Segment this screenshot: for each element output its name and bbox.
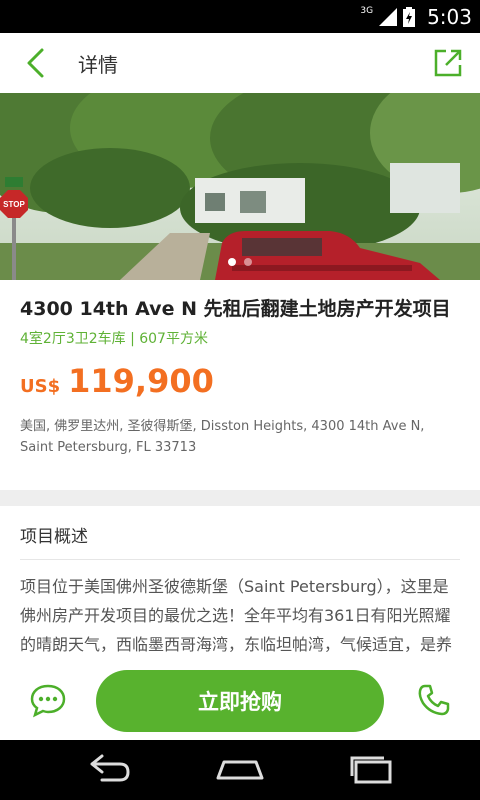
listing-title: 4300 14th Ave N 先租后翻建土地房产开发项目	[20, 298, 451, 320]
action-bar: 立即抢购	[0, 662, 480, 740]
overview-heading: 项目概述	[20, 520, 460, 560]
carousel-indicator	[0, 258, 480, 266]
share-button[interactable]	[432, 47, 464, 79]
nav-recents-icon	[350, 756, 392, 784]
chat-icon	[30, 684, 66, 718]
buy-now-button[interactable]: 立即抢购	[96, 670, 384, 732]
section-divider	[0, 490, 480, 506]
system-nav-bar	[0, 740, 480, 800]
overview-text: 项目位于美国佛州圣彼德斯堡（Saint Petersburg），这里是佛州房产开…	[20, 577, 453, 654]
back-arrow-icon	[27, 48, 44, 78]
listing-info: 4300 14th Ave N 先租后翻建土地房产开发项目 4室2厅3卫2车库 …	[20, 296, 460, 458]
carousel-dot	[228, 258, 236, 266]
status-bar: 3G 5:03	[0, 0, 480, 33]
price: US$ 119,900	[20, 362, 460, 400]
carousel-dot	[244, 258, 252, 266]
listing-address: 美国, 佛罗里达州, 圣彼得斯堡, Disston Heights, 4300 …	[20, 419, 425, 455]
page-title: 详情	[78, 52, 118, 77]
back-button[interactable]	[0, 33, 70, 93]
price-currency: US$	[20, 376, 61, 397]
overview-section: 项目概述 项目位于美国佛州圣彼德斯堡（Saint Petersburg），这里是…	[20, 520, 460, 662]
battery-icon	[403, 6, 416, 27]
signal-icon	[379, 7, 398, 26]
nav-back-button[interactable]	[78, 752, 138, 788]
nav-home-button[interactable]	[210, 752, 270, 788]
nav-home-icon	[216, 760, 264, 780]
clock: 5:03	[427, 4, 472, 29]
svg-text:STOP: STOP	[3, 200, 25, 209]
property-image: STOP	[0, 93, 480, 280]
listing-specs: 4室2厅3卫2车库 | 607平方米	[20, 331, 208, 347]
network-type: 3G	[360, 5, 374, 16]
property-photo[interactable]: STOP	[0, 93, 480, 280]
nav-recents-button[interactable]	[342, 752, 402, 788]
share-icon	[434, 49, 462, 77]
phone-icon	[418, 684, 450, 716]
price-value: 119,900	[68, 362, 214, 400]
phone-button[interactable]	[416, 682, 452, 718]
chat-button[interactable]	[28, 682, 68, 718]
nav-back-icon	[90, 754, 130, 782]
app-bar: 详情	[0, 33, 480, 93]
status-icons: 3G 5:03	[360, 0, 472, 33]
